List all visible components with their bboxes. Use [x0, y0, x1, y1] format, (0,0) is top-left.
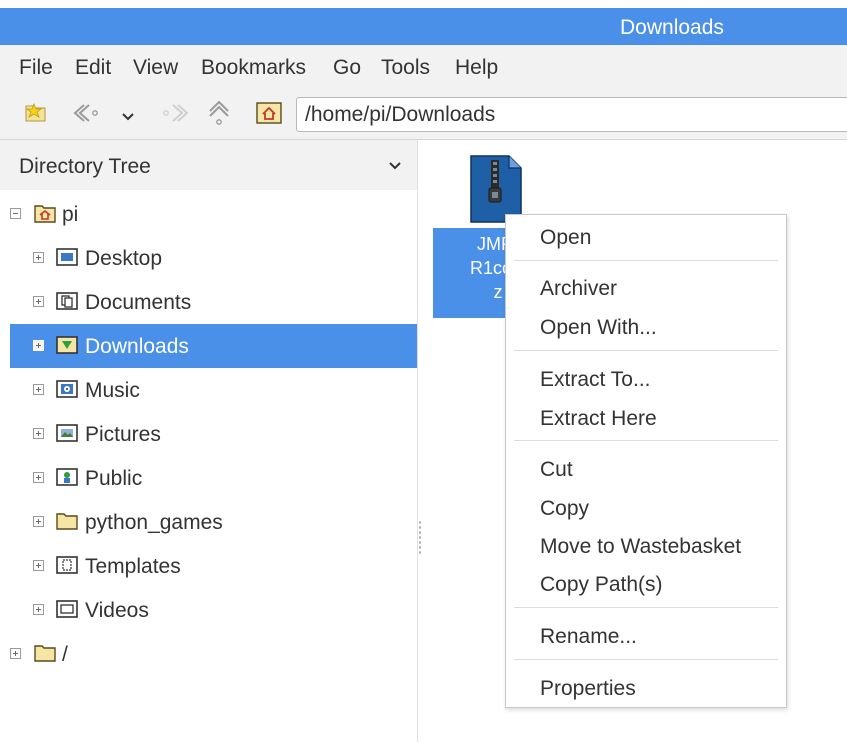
expand-toggle-icon[interactable] — [33, 296, 44, 307]
tree-item-label: Music — [85, 379, 140, 402]
menu-view[interactable]: View — [133, 56, 178, 80]
ctx-rename[interactable]: Rename... — [540, 625, 637, 649]
expand-toggle-icon[interactable] — [33, 384, 44, 395]
menu-edit[interactable]: Edit — [75, 56, 111, 80]
toolbar — [0, 89, 847, 140]
videos-folder-icon — [56, 599, 78, 624]
ctx-extract-to[interactable]: Extract To... — [540, 368, 651, 392]
tree-item-label: Pictures — [85, 423, 161, 446]
tree-item-music[interactable]: Music — [0, 368, 417, 412]
menu-tools[interactable]: Tools — [381, 56, 430, 80]
new-tab-icon[interactable] — [24, 101, 48, 128]
menu-help[interactable]: Help — [455, 56, 498, 80]
folder-icon — [34, 643, 56, 668]
collapse-toggle-icon[interactable] — [10, 208, 21, 219]
ctx-move-to-wastebasket[interactable]: Move to Wastebasket — [540, 535, 741, 559]
expand-toggle-icon[interactable] — [33, 472, 44, 483]
ctx-copy[interactable]: Copy — [540, 497, 589, 521]
tree-item-label: Videos — [85, 599, 149, 622]
menu-separator — [514, 440, 778, 441]
pane-splitter-handle[interactable] — [418, 520, 422, 556]
expand-toggle-icon[interactable] — [33, 428, 44, 439]
tree-item-downloads[interactable]: Downloads — [10, 324, 417, 368]
menu-separator — [514, 607, 778, 608]
public-folder-icon — [56, 467, 78, 492]
expand-toggle-icon[interactable] — [33, 604, 44, 615]
music-folder-icon — [56, 379, 78, 404]
up-arrow-icon[interactable] — [207, 99, 231, 132]
desktop-folder-icon — [56, 247, 78, 272]
pictures-folder-icon — [56, 423, 78, 448]
ctx-archiver[interactable]: Archiver — [540, 277, 617, 301]
home-folder-icon[interactable] — [256, 102, 282, 129]
menu-separator — [514, 659, 778, 660]
menu-separator — [514, 350, 778, 351]
side-pane-selector[interactable]: Directory Tree — [0, 140, 417, 190]
menu-bookmarks[interactable]: Bookmarks — [201, 56, 306, 80]
tree-item-videos[interactable]: Videos — [0, 588, 417, 632]
side-pane-title: Directory Tree — [19, 155, 151, 178]
ctx-open-with[interactable]: Open With... — [540, 316, 657, 340]
downloads-folder-icon — [56, 335, 78, 360]
tree-item-documents[interactable]: Documents — [0, 280, 417, 324]
tree-item-label: Documents — [85, 291, 192, 314]
expand-toggle-icon[interactable] — [33, 560, 44, 571]
ctx-extract-here[interactable]: Extract Here — [540, 407, 657, 431]
tree-item-label: Templates — [85, 555, 181, 578]
expand-toggle-icon[interactable] — [33, 252, 44, 263]
tree-item-public[interactable]: Public — [0, 456, 417, 500]
menu-file[interactable]: File — [19, 56, 53, 80]
chevron-down-icon[interactable] — [388, 158, 402, 176]
menu-bar: File Edit View Bookmarks Go Tools Help — [0, 45, 847, 89]
back-arrow-icon[interactable] — [72, 103, 102, 128]
tree-item-label: python_games — [85, 511, 223, 534]
ctx-cut[interactable]: Cut — [540, 458, 573, 482]
documents-folder-icon — [56, 291, 78, 316]
location-bar[interactable] — [296, 97, 847, 132]
tree-item-pictures[interactable]: Pictures — [0, 412, 417, 456]
tree-item-python-games[interactable]: python_games — [0, 500, 417, 544]
tree-item-pi[interactable]: pi — [0, 192, 417, 236]
tree-item-desktop[interactable]: Desktop — [0, 236, 417, 280]
path-input[interactable] — [305, 102, 845, 128]
context-menu: Open Archiver Open With... Extract To...… — [505, 214, 787, 708]
expand-toggle-icon[interactable] — [33, 340, 44, 351]
ctx-open[interactable]: Open — [540, 226, 591, 250]
ctx-properties[interactable]: Properties — [540, 677, 636, 701]
home-folder-icon — [34, 203, 56, 228]
tree-item-label: Public — [85, 467, 143, 490]
ctx-copy-paths[interactable]: Copy Path(s) — [540, 573, 663, 597]
expand-toggle-icon[interactable] — [33, 516, 44, 527]
tree-item-templates[interactable]: Templates — [0, 544, 417, 588]
templates-folder-icon — [56, 555, 78, 580]
title-bar: Downloads — [0, 8, 847, 45]
tree-item-root[interactable]: / — [0, 632, 417, 676]
menu-go[interactable]: Go — [333, 56, 361, 80]
menu-separator — [514, 260, 778, 261]
history-dropdown-icon[interactable] — [121, 109, 135, 127]
expand-toggle-icon[interactable] — [10, 648, 21, 659]
tree-item-label: pi — [62, 203, 79, 226]
side-pane: Directory Tree pi Desktop Documents Down… — [0, 140, 418, 742]
tree-item-label: / — [62, 643, 68, 666]
tree-item-label: Desktop — [85, 247, 163, 270]
window-title: Downloads — [620, 16, 724, 39]
forward-arrow-icon[interactable] — [160, 103, 190, 128]
tree-item-label: Downloads — [85, 335, 189, 358]
folder-icon — [56, 511, 78, 536]
